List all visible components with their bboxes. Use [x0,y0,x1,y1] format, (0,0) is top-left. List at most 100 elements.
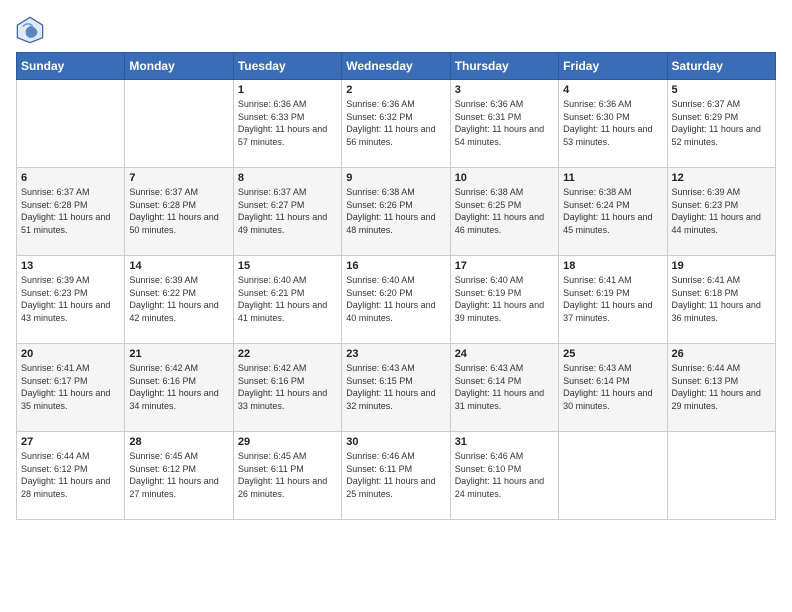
day-info: Sunrise: 6:36 AM Sunset: 6:30 PM Dayligh… [563,98,662,148]
day-info: Sunrise: 6:46 AM Sunset: 6:11 PM Dayligh… [346,450,445,500]
day-cell: 24 Sunrise: 6:43 AM Sunset: 6:14 PM Dayli… [450,344,558,432]
day-number: 1 [238,84,337,96]
day-info: Sunrise: 6:39 AM Sunset: 6:23 PM Dayligh… [21,274,120,324]
day-info: Sunrise: 6:37 AM Sunset: 6:28 PM Dayligh… [129,186,228,236]
day-cell: 18Sunrise: 6:41 AM Sunset: 6:19 PM Dayli… [559,256,667,344]
day-cell: 11 Sunrise: 6:38 AM Sunset: 6:24 PM Dayli… [559,168,667,256]
day-number: 26 [672,348,771,360]
day-info: Sunrise: 6:39 AM Sunset: 6:22 PM Dayligh… [129,274,228,324]
day-info: Sunrise: 6:43 AM Sunset: 6:14 PM Dayligh… [455,362,554,412]
day-cell: 23 Sunrise: 6:43 AM Sunset: 6:15 PM Dayli… [342,344,450,432]
day-info: Sunrise: 6:40 AM Sunset: 6:21 PM Dayligh… [238,274,337,324]
day-cell: 28Sunrise: 6:45 AM Sunset: 6:12 PM Dayli… [125,432,233,520]
day-number: 12 [672,172,771,184]
day-info: Sunrise: 6:36 AM Sunset: 6:33 PM Dayligh… [238,98,337,148]
day-number: 21 [129,348,228,360]
day-info: Sunrise: 6:41 AM Sunset: 6:17 PM Dayligh… [21,362,120,412]
weekday-header-thursday: Thursday [450,53,558,80]
day-number: 16 [346,260,445,272]
day-cell: 10 Sunrise: 6:38 AM Sunset: 6:25 PM Dayli… [450,168,558,256]
day-info: Sunrise: 6:39 AM Sunset: 6:23 PM Dayligh… [672,186,771,236]
day-number: 11 [563,172,662,184]
day-number: 10 [455,172,554,184]
day-cell: 7 Sunrise: 6:37 AM Sunset: 6:28 PM Daylig… [125,168,233,256]
day-number: 19 [672,260,771,272]
weekday-header-row: SundayMondayTuesdayWednesdayThursdayFrid… [17,53,776,80]
day-info: Sunrise: 6:43 AM Sunset: 6:15 PM Dayligh… [346,362,445,412]
day-number: 29 [238,436,337,448]
day-cell: 27Sunrise: 6:44 AM Sunset: 6:12 PM Dayli… [17,432,125,520]
day-cell [17,80,125,168]
day-number: 5 [672,84,771,96]
day-info: Sunrise: 6:46 AM Sunset: 6:10 PM Dayligh… [455,450,554,500]
day-number: 22 [238,348,337,360]
day-cell: 9Sunrise: 6:38 AM Sunset: 6:26 PM Daylig… [342,168,450,256]
day-cell: 5 Sunrise: 6:37 AM Sunset: 6:29 PM Daylig… [667,80,775,168]
day-number: 4 [563,84,662,96]
day-cell: 22 Sunrise: 6:42 AM Sunset: 6:16 PM Dayli… [233,344,341,432]
day-info: Sunrise: 6:42 AM Sunset: 6:16 PM Dayligh… [129,362,228,412]
day-cell: 6 Sunrise: 6:37 AM Sunset: 6:28 PM Daylig… [17,168,125,256]
day-number: 23 [346,348,445,360]
day-cell: 25 Sunrise: 6:43 AM Sunset: 6:14 PM Dayli… [559,344,667,432]
page-container: SundayMondayTuesdayWednesdayThursdayFrid… [0,0,792,530]
day-cell: 2 Sunrise: 6:36 AM Sunset: 6:32 PM Daylig… [342,80,450,168]
day-cell [559,432,667,520]
day-cell: 1 Sunrise: 6:36 AM Sunset: 6:33 PM Daylig… [233,80,341,168]
day-info: Sunrise: 6:37 AM Sunset: 6:29 PM Dayligh… [672,98,771,148]
day-cell: 20 Sunrise: 6:41 AM Sunset: 6:17 PM Dayli… [17,344,125,432]
day-number: 2 [346,84,445,96]
weekday-header-friday: Friday [559,53,667,80]
day-number: 13 [21,260,120,272]
day-cell: 31 Sunrise: 6:46 AM Sunset: 6:10 PM Dayli… [450,432,558,520]
day-info: Sunrise: 6:40 AM Sunset: 6:19 PM Dayligh… [455,274,554,324]
day-number: 31 [455,436,554,448]
day-info: Sunrise: 6:36 AM Sunset: 6:32 PM Dayligh… [346,98,445,148]
day-info: Sunrise: 6:45 AM Sunset: 6:11 PM Dayligh… [238,450,337,500]
day-number: 6 [21,172,120,184]
day-number: 17 [455,260,554,272]
day-cell: 21 Sunrise: 6:42 AM Sunset: 6:16 PM Dayli… [125,344,233,432]
day-info: Sunrise: 6:37 AM Sunset: 6:27 PM Dayligh… [238,186,337,236]
day-number: 15 [238,260,337,272]
day-number: 30 [346,436,445,448]
day-cell: 12 Sunrise: 6:39 AM Sunset: 6:23 PM Dayli… [667,168,775,256]
day-cell: 8 Sunrise: 6:37 AM Sunset: 6:27 PM Daylig… [233,168,341,256]
day-number: 24 [455,348,554,360]
day-number: 7 [129,172,228,184]
day-info: Sunrise: 6:36 AM Sunset: 6:31 PM Dayligh… [455,98,554,148]
weekday-header-sunday: Sunday [17,53,125,80]
week-row-1: 1 Sunrise: 6:36 AM Sunset: 6:33 PM Daylig… [17,80,776,168]
day-cell: 29 Sunrise: 6:45 AM Sunset: 6:11 PM Dayli… [233,432,341,520]
day-info: Sunrise: 6:42 AM Sunset: 6:16 PM Dayligh… [238,362,337,412]
day-info: Sunrise: 6:38 AM Sunset: 6:24 PM Dayligh… [563,186,662,236]
day-cell: 14 Sunrise: 6:39 AM Sunset: 6:22 PM Dayli… [125,256,233,344]
day-info: Sunrise: 6:38 AM Sunset: 6:25 PM Dayligh… [455,186,554,236]
week-row-2: 6 Sunrise: 6:37 AM Sunset: 6:28 PM Daylig… [17,168,776,256]
day-number: 3 [455,84,554,96]
week-row-4: 20 Sunrise: 6:41 AM Sunset: 6:17 PM Dayli… [17,344,776,432]
day-cell: 26 Sunrise: 6:44 AM Sunset: 6:13 PM Dayli… [667,344,775,432]
day-info: Sunrise: 6:44 AM Sunset: 6:13 PM Dayligh… [672,362,771,412]
day-number: 28 [129,436,228,448]
day-info: Sunrise: 6:41 AM Sunset: 6:19 PM Dayligh… [563,274,662,324]
day-number: 8 [238,172,337,184]
logo [16,16,48,44]
day-number: 20 [21,348,120,360]
day-cell: 17 Sunrise: 6:40 AM Sunset: 6:19 PM Dayli… [450,256,558,344]
day-cell: 19Sunrise: 6:41 AM Sunset: 6:18 PM Dayli… [667,256,775,344]
day-cell: 3 Sunrise: 6:36 AM Sunset: 6:31 PM Daylig… [450,80,558,168]
day-info: Sunrise: 6:37 AM Sunset: 6:28 PM Dayligh… [21,186,120,236]
weekday-header-tuesday: Tuesday [233,53,341,80]
day-number: 14 [129,260,228,272]
day-info: Sunrise: 6:43 AM Sunset: 6:14 PM Dayligh… [563,362,662,412]
day-number: 27 [21,436,120,448]
weekday-header-saturday: Saturday [667,53,775,80]
day-cell [125,80,233,168]
day-info: Sunrise: 6:38 AM Sunset: 6:26 PM Dayligh… [346,186,445,236]
week-row-5: 27Sunrise: 6:44 AM Sunset: 6:12 PM Dayli… [17,432,776,520]
day-info: Sunrise: 6:40 AM Sunset: 6:20 PM Dayligh… [346,274,445,324]
week-row-3: 13 Sunrise: 6:39 AM Sunset: 6:23 PM Dayli… [17,256,776,344]
day-cell: 13 Sunrise: 6:39 AM Sunset: 6:23 PM Dayli… [17,256,125,344]
day-number: 25 [563,348,662,360]
